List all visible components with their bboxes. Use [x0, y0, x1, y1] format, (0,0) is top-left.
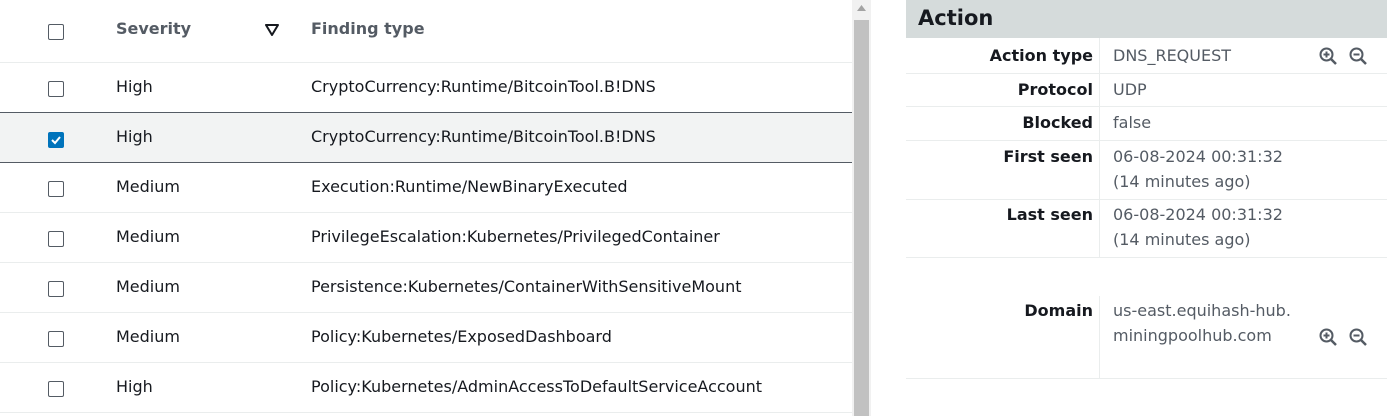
finding-type-cell[interactable]: CryptoCurrency:Runtime/BitcoinTool.B!DNS — [311, 127, 656, 147]
finding-type-cell[interactable]: PrivilegeEscalation:Kubernetes/Privilege… — [311, 227, 720, 247]
row-checkbox[interactable] — [48, 231, 64, 247]
finding-type-column-header[interactable]: Finding type — [311, 19, 425, 39]
checkmark-icon — [51, 136, 61, 145]
table-row-selected[interactable]: High CryptoCurrency:Runtime/BitcoinTool.… — [0, 112, 852, 163]
action-title: Action — [918, 6, 994, 30]
table-row[interactable]: Medium Execution:Runtime/NewBinaryExecut… — [0, 163, 852, 213]
divider — [1099, 38, 1100, 73]
row-checkbox-checked[interactable] — [48, 132, 64, 148]
field-label: Action type — [989, 46, 1093, 65]
field-value: false — [1113, 113, 1152, 132]
finding-type-cell[interactable]: Persistence:Kubernetes/ContainerWithSens… — [311, 277, 741, 297]
domain-row: Domain us-east.equihash-hub.miningpoolhu… — [906, 296, 1387, 379]
first-seen-row: First seen 06-08-2024 00:31:32 (14 minut… — [906, 141, 1387, 200]
table-row[interactable]: Medium PrivilegeEscalation:Kubernetes/Pr… — [0, 213, 852, 263]
field-value: DNS_REQUEST — [1113, 46, 1232, 65]
select-all-checkbox[interactable] — [48, 24, 64, 40]
findings-table: Severity Finding type High CryptoCurrenc… — [0, 0, 852, 416]
sort-down-icon[interactable] — [265, 24, 279, 36]
finding-type-cell[interactable]: CryptoCurrency:Runtime/BitcoinTool.B!DNS — [311, 77, 656, 97]
divider — [1099, 200, 1100, 257]
divider — [1099, 141, 1100, 199]
scroll-up-arrow-icon[interactable] — [857, 5, 866, 11]
field-label: Last seen — [1006, 205, 1093, 224]
severity-cell: Medium — [116, 327, 180, 346]
last-seen-row: Last seen 06-08-2024 00:31:32 (14 minute… — [906, 200, 1387, 258]
field-value: UDP — [1113, 80, 1147, 99]
finding-type-cell[interactable]: Execution:Runtime/NewBinaryExecuted — [311, 177, 628, 197]
divider — [1099, 74, 1100, 106]
field-value: 06-08-2024 00:31:32 (14 minutes ago) — [1113, 147, 1283, 191]
zoom-out-icon[interactable] — [1349, 47, 1367, 65]
zoom-in-icon[interactable] — [1319, 328, 1337, 346]
divider — [1099, 107, 1100, 140]
severity-cell: High — [116, 377, 153, 396]
table-header: Severity Finding type — [0, 0, 852, 63]
field-value: us-east.equihash-hub.miningpoolhub.com — [1113, 301, 1291, 345]
action-section-header: Action — [906, 0, 1387, 38]
zoom-in-icon[interactable] — [1319, 47, 1337, 65]
field-label: Protocol — [1017, 80, 1093, 99]
finding-type-cell[interactable]: Policy:Kubernetes/ExposedDashboard — [311, 327, 612, 347]
row-checkbox[interactable] — [48, 381, 64, 397]
vertical-scrollbar[interactable] — [852, 0, 871, 416]
zoom-out-icon[interactable] — [1349, 328, 1367, 346]
severity-cell: Medium — [116, 227, 180, 246]
severity-column-header[interactable]: Severity — [116, 19, 191, 39]
field-label: Domain — [1024, 301, 1093, 320]
row-checkbox[interactable] — [48, 181, 64, 197]
finding-type-cell[interactable]: Policy:Kubernetes/AdminAccessToDefaultSe… — [311, 377, 762, 397]
row-checkbox[interactable] — [48, 331, 64, 347]
table-row[interactable]: Medium Persistence:Kubernetes/ContainerW… — [0, 263, 852, 313]
field-label: First seen — [1003, 147, 1093, 166]
field-label: Blocked — [1022, 113, 1093, 132]
scrollbar-thumb[interactable] — [854, 20, 869, 416]
row-checkbox[interactable] — [48, 81, 64, 97]
action-type-row: Action type DNS_REQUEST — [906, 38, 1387, 74]
table-row[interactable]: Medium Policy:Kubernetes/ExposedDashboar… — [0, 313, 852, 363]
row-checkbox[interactable] — [48, 281, 64, 297]
table-row[interactable]: High Policy:Kubernetes/AdminAccessToDefa… — [0, 363, 852, 413]
blocked-row: Blocked false — [906, 107, 1387, 141]
severity-cell: High — [116, 127, 153, 146]
severity-cell: High — [116, 77, 153, 96]
field-value: 06-08-2024 00:31:32 (14 minutes ago) — [1113, 205, 1283, 249]
protocol-row: Protocol UDP — [906, 74, 1387, 107]
action-details-panel: Action Action type DNS_REQUEST Protocol … — [906, 0, 1387, 416]
divider — [1099, 296, 1100, 378]
severity-cell: Medium — [116, 177, 180, 196]
table-row[interactable]: High CryptoCurrency:Runtime/BitcoinTool.… — [0, 63, 852, 113]
severity-cell: Medium — [116, 277, 180, 296]
